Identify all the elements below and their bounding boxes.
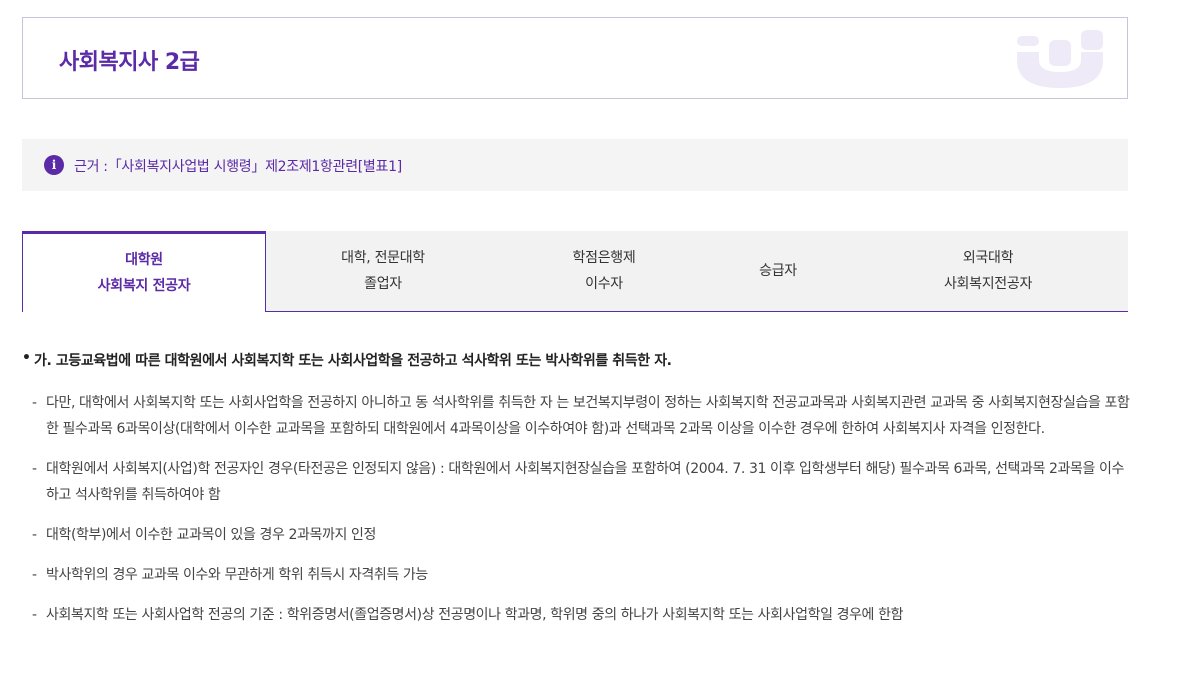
tab-label-line1: 외국대학 [962,250,1014,266]
tab-label-line1: 승급자 [759,263,797,279]
dash-icon: - [32,461,37,477]
tab-label-line1: 대학, 전문대학 [341,250,425,266]
list-item-text: 대학원에서 사회복지(사업)학 전공자인 경우(타전공은 인정되지 않음) : … [46,461,1125,503]
title-box: 사회복지사 2급 [22,17,1128,99]
tab-graduate-school[interactable]: 대학원 사회복지 전공자 [22,231,266,312]
list-item-text: 다만, 대학에서 사회복지학 또는 사회사업학을 전공하지 아니하고 동 석사학… [46,395,1130,437]
sub-list: - 다만, 대학에서 사회복지학 또는 사회사업학을 전공하지 아니하고 동 석… [22,390,1132,628]
tab-label-line2: 사회복지전공자 [943,276,1033,292]
tab-label-line1: 학점은행제 [572,250,636,266]
basis-notice: i 근거 :「사회복지사업법 시행령」제2조제1항관련[별표1] [22,139,1128,191]
list-item: - 다만, 대학에서 사회복지학 또는 사회사업학을 전공하지 아니하고 동 석… [32,390,1132,442]
tab-credit-bank[interactable]: 학점은행제 이수자 [500,231,708,311]
list-item: - 박사학위의 경우 교과목 이수와 무관하게 학위 취득시 자격취득 가능 [32,562,1132,588]
list-item: - 대학원에서 사회복지(사업)학 전공자인 경우(타전공은 인정되지 않음) … [32,456,1132,508]
list-item-text: 대학(학부)에서 이수한 교과목이 있을 경우 2과목까지 인정 [46,527,376,543]
dash-icon: - [32,567,37,583]
tab-university-graduate[interactable]: 대학, 전문대학 졸업자 [266,231,500,311]
tab-content: • 가. 고등교육법에 따른 대학원에서 사회복지학 또는 사회사업학을 전공하… [22,350,1132,642]
brand-logo-icon [1017,30,1103,92]
dash-icon: - [32,527,37,543]
tab-promotion[interactable]: 승급자 [708,231,848,311]
list-item-text: 사회복지학 또는 사회사업학 전공의 기준 : 학위증명서(졸업증명서)상 전공… [46,607,904,623]
tab-label-line2: 이수자 [585,276,623,292]
main-requirement: • 가. 고등교육법에 따른 대학원에서 사회복지학 또는 사회사업학을 전공하… [22,350,1132,370]
dash-icon: - [32,607,37,623]
list-item-text: 박사학위의 경우 교과목 이수와 무관하게 학위 취득시 자격취득 가능 [46,567,428,583]
tab-foreign-university[interactable]: 외국대학 사회복지전공자 [848,231,1128,311]
category-tabs: 대학원 사회복지 전공자 대학, 전문대학 졸업자 학점은행제 이수자 승급자 … [22,231,1128,312]
tab-label-line1: 대학원 [125,252,163,268]
tab-label-line2: 사회복지 전공자 [97,278,191,294]
tab-label-line2: 졸업자 [364,276,402,292]
basis-text: 근거 :「사회복지사업법 시행령」제2조제1항관련[별표1] [74,159,402,175]
list-item: - 사회복지학 또는 사회사업학 전공의 기준 : 학위증명서(졸업증명서)상 … [32,602,1132,628]
bullet-icon: • [22,350,31,366]
list-item: - 대학(학부)에서 이수한 교과목이 있을 경우 2과목까지 인정 [32,522,1132,548]
main-requirement-text: 가. 고등교육법에 따른 대학원에서 사회복지학 또는 사회사업학을 전공하고 … [34,353,672,369]
info-icon: i [44,155,64,175]
page-title: 사회복지사 2급 [59,50,200,75]
dash-icon: - [32,395,37,411]
